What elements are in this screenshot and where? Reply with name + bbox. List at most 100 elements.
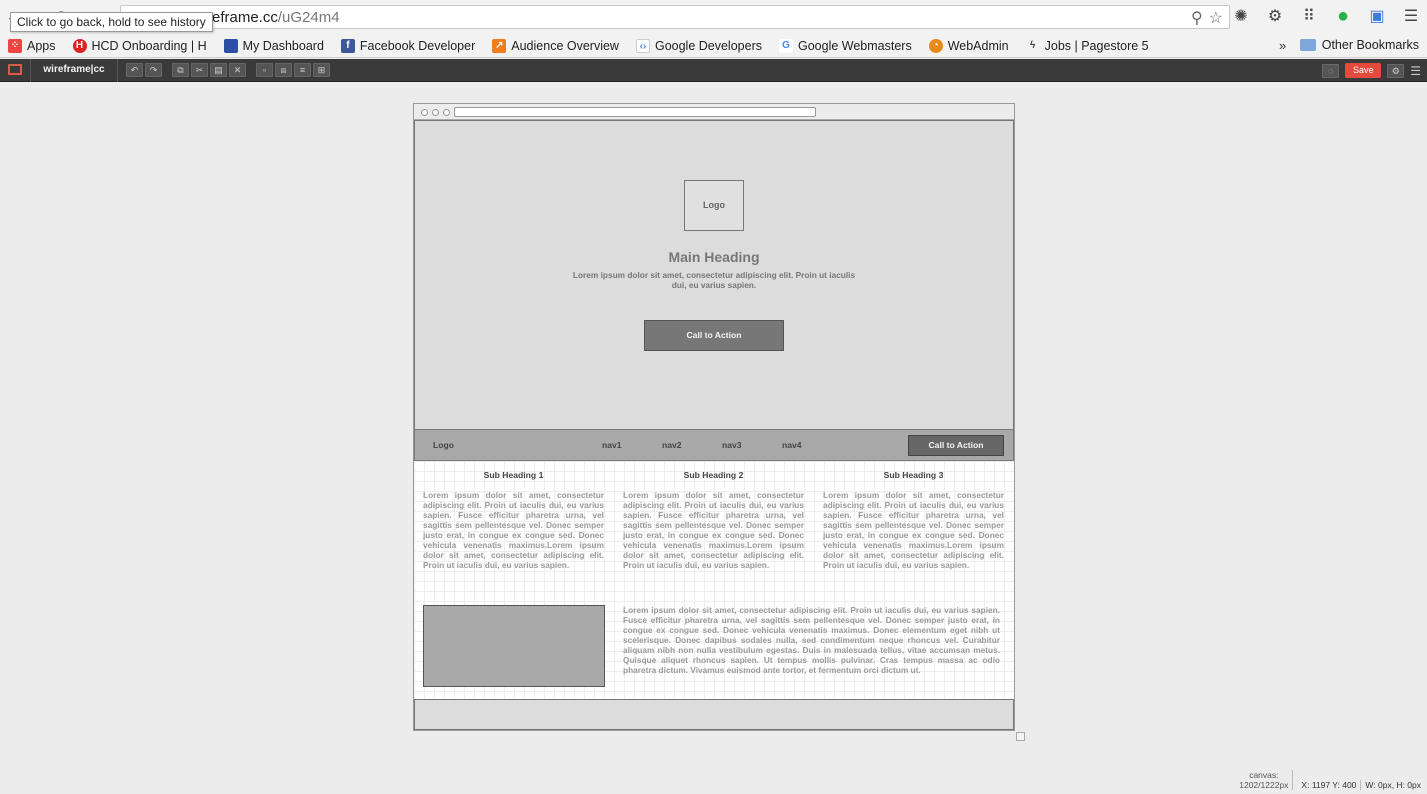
url-host: reframe.cc (207, 9, 278, 26)
wireframe-browser-bar (414, 104, 1014, 120)
other-bookmarks-label: Other Bookmarks (1321, 38, 1419, 52)
cut-icon[interactable]: ✂ (191, 63, 208, 77)
align-icon[interactable]: ⊞ (313, 63, 330, 77)
bookmark-google-webmasters[interactable]: G Google Webmasters (778, 38, 912, 53)
nav-item-4[interactable]: nav4 (782, 440, 802, 450)
lock-icon[interactable]: ▫ (256, 63, 273, 77)
bookmark-audience[interactable]: ↗ Audience Overview (492, 38, 619, 53)
bookmark-star-icon[interactable]: ☆ (1209, 8, 1223, 28)
edit-tools: ↶ ↷ ⧉ ✂ ▤ ✕ ▫ ⧈ ≡ ⊞ (126, 63, 330, 77)
long-text-block[interactable]: Lorem ipsum dolor sit amet, consectetur … (623, 605, 1000, 675)
app-brand[interactable]: wireframe|cc (30, 59, 118, 82)
omnibox-icons: ⚲ ☆ (1191, 8, 1223, 28)
sub-heading: Sub Heading 2 (683, 470, 744, 480)
column-text: Lorem ipsum dolor sit amet, consectetur … (823, 490, 1004, 570)
settings-icon[interactable]: ⚙ (1387, 63, 1405, 78)
google-icon: G (778, 38, 793, 53)
right-tools: ◌ Save ⚙ ☰ (1322, 63, 1421, 78)
google-developers-icon: ‹› (635, 38, 650, 53)
bookmark-label: Jobs | Pagestore 5 (1044, 38, 1149, 53)
wireframe-canvas[interactable]: Logo Main Heading Lorem ipsum dolor sit … (413, 103, 1015, 731)
bookmark-jobs[interactable]: ϟ Jobs | Pagestore 5 (1026, 39, 1149, 53)
extension-cast-icon[interactable]: ▣ (1367, 6, 1387, 26)
bookmark-label: HCD Onboarding | H (91, 38, 207, 53)
comment-icon[interactable]: ◌ (1322, 63, 1340, 78)
bookmark-facebook[interactable]: f Facebook Developer (340, 38, 476, 53)
nav-logo[interactable]: Logo (433, 440, 454, 450)
extension-grid-icon[interactable]: ⠿ (1299, 6, 1319, 26)
arrange-icon[interactable]: ≡ (294, 63, 311, 77)
bookmark-label: WebAdmin (947, 38, 1009, 53)
bookmark-webadmin[interactable]: ◔ WebAdmin (928, 38, 1009, 53)
browser-menu-icon[interactable]: ☰ (1401, 6, 1421, 26)
sub-heading: Sub Heading 1 (483, 470, 544, 480)
hero-logo[interactable]: Logo (684, 180, 744, 231)
dashboard-icon (223, 38, 238, 53)
canvas-size: 1202/1222px (1239, 780, 1289, 790)
bookmark-label: Apps (27, 38, 56, 53)
paste-icon[interactable]: ▤ (210, 63, 227, 77)
hamburger-menu-icon[interactable]: ☰ (1410, 64, 1421, 78)
back-tooltip: Click to go back, hold to see history (10, 12, 213, 32)
column-text: Lorem ipsum dolor sit amet, consectetur … (423, 490, 604, 570)
nav-item-1[interactable]: nav1 (602, 440, 622, 450)
nav-item-2[interactable]: nav2 (662, 440, 682, 450)
sub-heading: Sub Heading 3 (883, 470, 944, 480)
apps-grid-icon: ⁘ (8, 38, 22, 53)
bookmarks-bar: ⁘ Apps H HCD Onboarding | H My Dashboard f… (0, 34, 1427, 58)
save-button[interactable]: Save (1345, 63, 1382, 78)
nav-item-3[interactable]: nav3 (722, 440, 742, 450)
column-1[interactable]: Sub Heading 1 Lorem ipsum dolor sit amet… (423, 470, 604, 570)
bookmark-label: Facebook Developer (359, 38, 476, 53)
bookmark-apps[interactable]: ⁘ Apps (8, 38, 56, 53)
extension-pin-icon[interactable]: ● (1333, 5, 1353, 27)
address-bar[interactable]: reframe.cc/uG24m4 ⚲ ☆ (120, 5, 1230, 29)
canvas-resize-handle[interactable] (1016, 732, 1025, 741)
bookmark-dashboard[interactable]: My Dashboard (223, 38, 324, 53)
hero-section[interactable]: Logo Main Heading Lorem ipsum dolor sit … (414, 120, 1014, 430)
browser-toolbar: ← → ↻ reframe.cc/uG24m4 ⚲ ☆ Click to go … (0, 0, 1427, 34)
window-dot-icon (443, 109, 450, 116)
other-bookmarks[interactable]: Other Bookmarks (1299, 38, 1419, 52)
group-icon[interactable]: ⧈ (275, 63, 292, 77)
bookmark-label: My Dashboard (242, 38, 324, 53)
copy-icon[interactable]: ⧉ (172, 63, 189, 77)
wireframe-navbar[interactable]: Logo nav1 nav2 nav3 nav4 Call to Action (414, 429, 1014, 461)
url-path: /uG24m4 (277, 9, 340, 26)
hero-cta-button[interactable]: Call to Action (644, 320, 784, 351)
bookmark-label: Google Developers (654, 38, 762, 53)
content-section: Sub Heading 1 Lorem ipsum dolor sit amet… (414, 461, 1014, 699)
url-text: reframe.cc/uG24m4 (207, 9, 340, 26)
wireframe-footer[interactable] (414, 699, 1014, 730)
bookmark-hcd[interactable]: H HCD Onboarding | H (72, 38, 207, 53)
analytics-icon: ↗ (492, 38, 507, 53)
extension-bug-icon[interactable]: ✺ (1231, 6, 1251, 26)
delete-icon[interactable]: ✕ (229, 63, 246, 77)
app-toolbar: wireframe|cc ↶ ↷ ⧉ ✂ ▤ ✕ ▫ ⧈ ≡ ⊞ ◌ Save … (0, 59, 1427, 82)
bookmarks-overflow-button[interactable]: » (1279, 38, 1286, 53)
extension-icons: ✺ ⚙ ⠿ ● ▣ ☰ (1231, 5, 1421, 27)
zoom-icon[interactable]: ⚲ (1191, 8, 1203, 28)
window-dot-icon (432, 109, 439, 116)
undo-icon[interactable]: ↶ (126, 63, 143, 77)
selection-dimensions: W: 0px, H: 0px (1365, 780, 1421, 790)
redo-icon[interactable]: ↷ (145, 63, 162, 77)
image-placeholder[interactable] (423, 605, 605, 687)
facebook-icon: f (340, 38, 355, 53)
column-2[interactable]: Sub Heading 2 Lorem ipsum dolor sit amet… (623, 470, 804, 570)
hcd-icon: H (72, 38, 87, 53)
hero-lead-text[interactable]: Lorem ipsum dolor sit amet, consectetur … (565, 270, 863, 290)
status-bar: canvas: 1202/1222px X: 1197 Y: 400 W: 0p… (1239, 770, 1421, 790)
main-heading[interactable]: Main Heading (415, 249, 1013, 265)
folder-icon (1299, 39, 1316, 51)
app-menu-icon[interactable] (8, 64, 22, 75)
settings-gear-icon[interactable]: ⚙ (1265, 6, 1285, 26)
wireframe-address-bar[interactable] (454, 107, 816, 117)
cursor-coordinates: X: 1197 Y: 400 (1297, 780, 1362, 790)
canvas-info: canvas: 1202/1222px (1239, 770, 1294, 790)
column-text: Lorem ipsum dolor sit amet, consectetur … (623, 490, 804, 570)
canvas-label: canvas: (1249, 770, 1279, 780)
nav-cta-button[interactable]: Call to Action (908, 435, 1004, 456)
bookmark-google-developers[interactable]: ‹› Google Developers (635, 38, 762, 53)
column-3[interactable]: Sub Heading 3 Lorem ipsum dolor sit amet… (823, 470, 1004, 570)
